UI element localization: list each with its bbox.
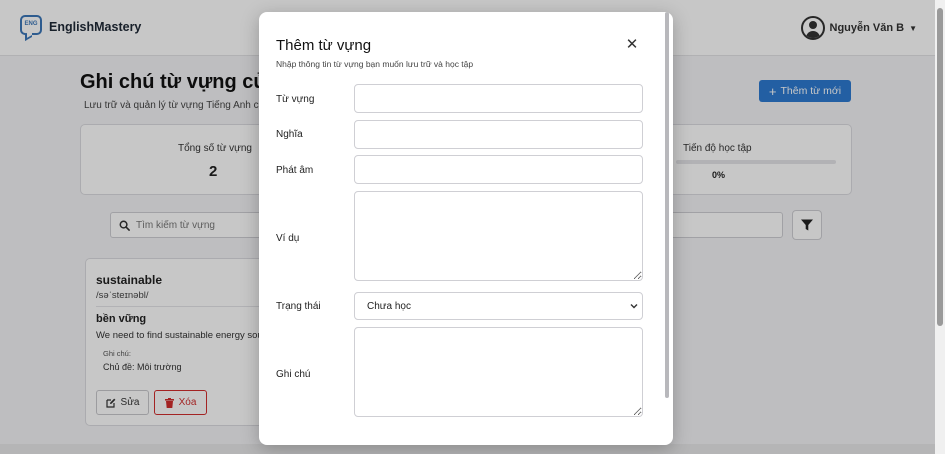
note-label: Ghi chú: [276, 369, 311, 380]
dialog-subtitle: Nhập thông tin từ vựng bạn muốn lưu trữ …: [276, 59, 474, 69]
word-field[interactable]: [354, 84, 643, 113]
page-scrollbar[interactable]: [935, 0, 945, 454]
add-word-dialog: Thêm từ vựng Nhập thông tin từ vựng bạn …: [259, 12, 673, 445]
status-label: Trạng thái: [276, 301, 321, 312]
chevron-down-icon: [630, 304, 638, 309]
example-label: Ví dụ: [276, 233, 300, 244]
dialog-scrollbar-thumb[interactable]: [665, 12, 669, 398]
status-select[interactable]: Chưa học: [354, 292, 643, 320]
dialog-title: Thêm từ vựng: [276, 37, 372, 54]
close-icon[interactable]: ✕: [625, 37, 639, 52]
word-label: Từ vựng: [276, 94, 315, 105]
note-field[interactable]: [354, 327, 643, 417]
pronunciation-label: Phát âm: [276, 165, 314, 176]
example-field[interactable]: [354, 191, 643, 281]
meaning-label: Nghĩa: [276, 129, 303, 140]
page-scrollbar-thumb[interactable]: [937, 8, 943, 326]
pronunciation-field[interactable]: [354, 155, 643, 184]
meaning-field[interactable]: [354, 120, 643, 149]
status-selected-value: Chưa học: [367, 300, 411, 312]
